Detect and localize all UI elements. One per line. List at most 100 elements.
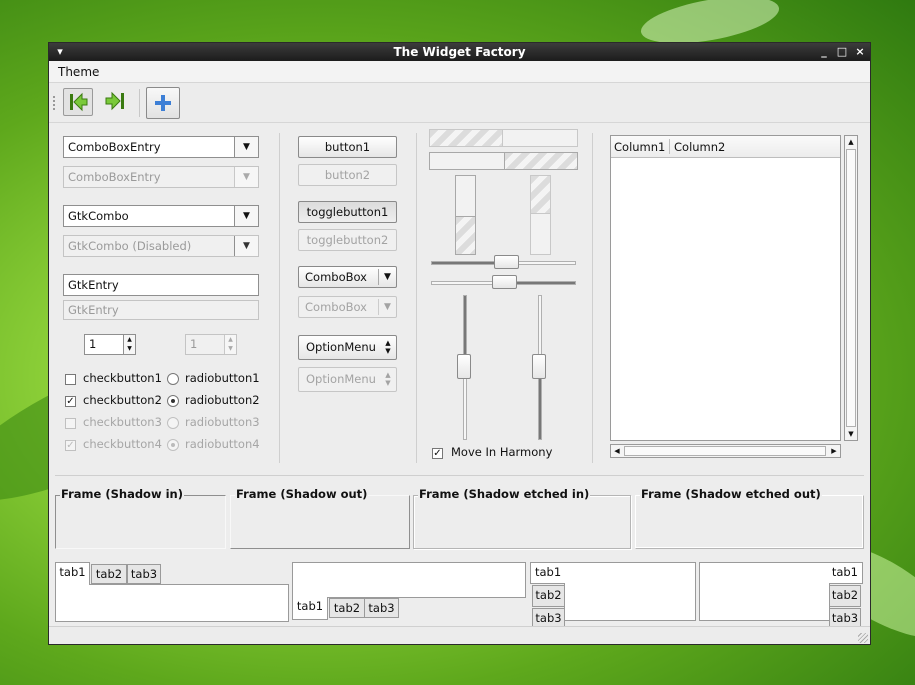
hscale1-fill xyxy=(432,262,500,264)
close-button[interactable]: × xyxy=(853,43,867,61)
menubar: Theme xyxy=(49,61,870,83)
treeview-header: Column1 Column2 xyxy=(611,136,840,158)
gtkentry-text: GtkEntry xyxy=(68,278,119,292)
progress-fill xyxy=(504,153,577,169)
column1-header[interactable]: Column1 xyxy=(614,140,665,154)
radiobutton2-label[interactable]: radiobutton2 xyxy=(185,393,260,407)
column-divider xyxy=(669,139,670,154)
notebook-top-tab1[interactable]: tab1 xyxy=(55,562,90,585)
vscale1[interactable] xyxy=(457,295,471,440)
window-menu-icon[interactable]: ▾ xyxy=(53,43,67,61)
spin-arrows-icon: ▲ ▼ xyxy=(224,335,236,354)
notebook-right-page xyxy=(699,562,830,621)
frame-shadow-in: Frame (Shadow in) xyxy=(55,487,226,549)
frame-shadow-in-title: Frame (Shadow in) xyxy=(60,487,184,501)
gtkcombo-text: GtkCombo xyxy=(68,209,129,223)
radiobutton1[interactable] xyxy=(167,373,179,385)
go-last-icon xyxy=(105,91,124,111)
radiobutton3-label: radiobutton3 xyxy=(185,415,260,429)
checkbutton2-box[interactable]: ✓ xyxy=(65,396,76,407)
notebook-top-tab3[interactable]: tab3 xyxy=(127,564,161,584)
go-last-button[interactable] xyxy=(101,88,131,116)
chevron-down-icon[interactable]: ▼ xyxy=(234,206,258,226)
radiobutton3 xyxy=(167,417,179,429)
notebook-top-page xyxy=(55,584,289,622)
combobox-disabled-label: ComboBox xyxy=(305,300,367,314)
go-first-button[interactable] xyxy=(63,88,93,116)
scroll-left-icon[interactable]: ◀ xyxy=(611,445,623,457)
notebook-bottom-tab3[interactable]: tab3 xyxy=(364,598,399,618)
progress-fill xyxy=(430,130,503,146)
optionmenu[interactable]: OptionMenu ▲ ▼ xyxy=(298,335,397,360)
notebook-left-tab1[interactable]: tab1 xyxy=(530,562,565,584)
comboboxentry-disabled: ComboBoxEntry ▼ xyxy=(63,166,259,188)
optionmenu-disabled: OptionMenu ▲ ▼ xyxy=(298,367,397,392)
notebook-left-page xyxy=(564,562,696,621)
scroll-down-icon[interactable]: ▼ xyxy=(845,428,857,440)
maximize-button[interactable]: □ xyxy=(835,43,849,61)
chevron-down-icon: ▼ xyxy=(234,167,258,187)
frame-shadow-etched-in-title: Frame (Shadow etched in) xyxy=(418,487,591,501)
notebook-top-tab2[interactable]: tab2 xyxy=(91,564,127,584)
toolbar-separator xyxy=(139,89,140,117)
progressbar-h2 xyxy=(429,152,578,170)
spinbutton[interactable]: 1 ▲ ▼ xyxy=(84,334,136,355)
vscale2[interactable] xyxy=(532,295,546,440)
column2-header[interactable]: Column2 xyxy=(674,140,725,154)
move-in-harmony-label[interactable]: Move In Harmony xyxy=(451,445,552,459)
add-button[interactable] xyxy=(146,87,180,119)
notebook-bottom-tab1[interactable]: tab1 xyxy=(292,597,328,620)
scroll-thumb[interactable] xyxy=(846,149,856,427)
spinbutton-value: 1 xyxy=(89,337,97,351)
treeview[interactable]: Column1 Column2 xyxy=(610,135,841,441)
notebook-left-tab2[interactable]: tab2 xyxy=(532,585,565,607)
gtkcombo-disabled: GtkCombo (Disabled) ▼ xyxy=(63,235,259,257)
column-separator xyxy=(279,133,280,463)
vertical-scrollbar[interactable]: ▲ ▼ xyxy=(844,135,858,441)
title-bar[interactable]: ▾ The Widget Factory _ □ × xyxy=(49,43,870,61)
combobox[interactable]: ComboBox ▼ xyxy=(298,266,397,288)
hscale1[interactable] xyxy=(431,255,576,269)
horizontal-scrollbar[interactable]: ◀ ▶ xyxy=(610,444,841,458)
scroll-right-icon[interactable]: ▶ xyxy=(828,445,840,457)
checkbutton4-box: ✓ xyxy=(65,440,76,451)
vscale2-slider[interactable] xyxy=(532,354,546,379)
radiobutton1-label[interactable]: radiobutton1 xyxy=(185,371,260,385)
gtkentry-disabled: GtkEntry xyxy=(63,300,259,320)
spin-arrows-icon[interactable]: ▲ ▼ xyxy=(123,335,135,354)
move-in-harmony-checkbox[interactable]: ✓ xyxy=(432,448,443,459)
frame-shadow-out-title: Frame (Shadow out) xyxy=(235,487,369,501)
gtkentry-disabled-text: GtkEntry xyxy=(68,303,119,317)
updown-arrows-icon: ▲ ▼ xyxy=(385,371,391,387)
notebook-right-tab2[interactable]: tab2 xyxy=(829,585,861,607)
checkbutton2-label[interactable]: checkbutton2 xyxy=(83,393,162,407)
progress-fill xyxy=(531,176,550,214)
notebook-right-tab1[interactable]: tab1 xyxy=(829,562,863,584)
gtkentry[interactable]: GtkEntry xyxy=(63,274,259,296)
statusbar xyxy=(49,626,870,644)
notebook-bottom-tab2[interactable]: tab2 xyxy=(329,598,365,618)
scroll-up-icon[interactable]: ▲ xyxy=(845,136,857,148)
button1[interactable]: button1 xyxy=(298,136,397,158)
hscale2[interactable] xyxy=(431,275,576,289)
radio-dot-icon xyxy=(171,443,175,447)
checkbutton4-label: checkbutton4 xyxy=(83,437,162,451)
minimize-button[interactable]: _ xyxy=(817,43,831,61)
comboboxentry[interactable]: ComboBoxEntry ▼ xyxy=(63,136,259,158)
checkbutton1-label[interactable]: checkbutton1 xyxy=(83,371,162,385)
vscale1-slider[interactable] xyxy=(457,354,471,379)
hscale1-slider[interactable] xyxy=(494,255,519,269)
radiobutton2[interactable] xyxy=(167,395,179,407)
optionmenu-disabled-label: OptionMenu xyxy=(306,372,376,386)
gtkcombo[interactable]: GtkCombo ▼ xyxy=(63,205,259,227)
chevron-down-icon[interactable]: ▼ xyxy=(234,137,258,157)
resize-grip-icon[interactable] xyxy=(858,633,868,643)
toolbar-grip[interactable] xyxy=(53,96,55,110)
window-title: The Widget Factory xyxy=(393,45,526,59)
checkbutton1-box[interactable] xyxy=(65,374,76,385)
menu-theme[interactable]: Theme xyxy=(58,65,99,79)
togglebutton2: togglebutton2 xyxy=(298,229,397,251)
togglebutton1[interactable]: togglebutton1 xyxy=(298,201,397,223)
hscale2-slider[interactable] xyxy=(492,275,517,289)
scroll-thumb[interactable] xyxy=(624,446,826,456)
